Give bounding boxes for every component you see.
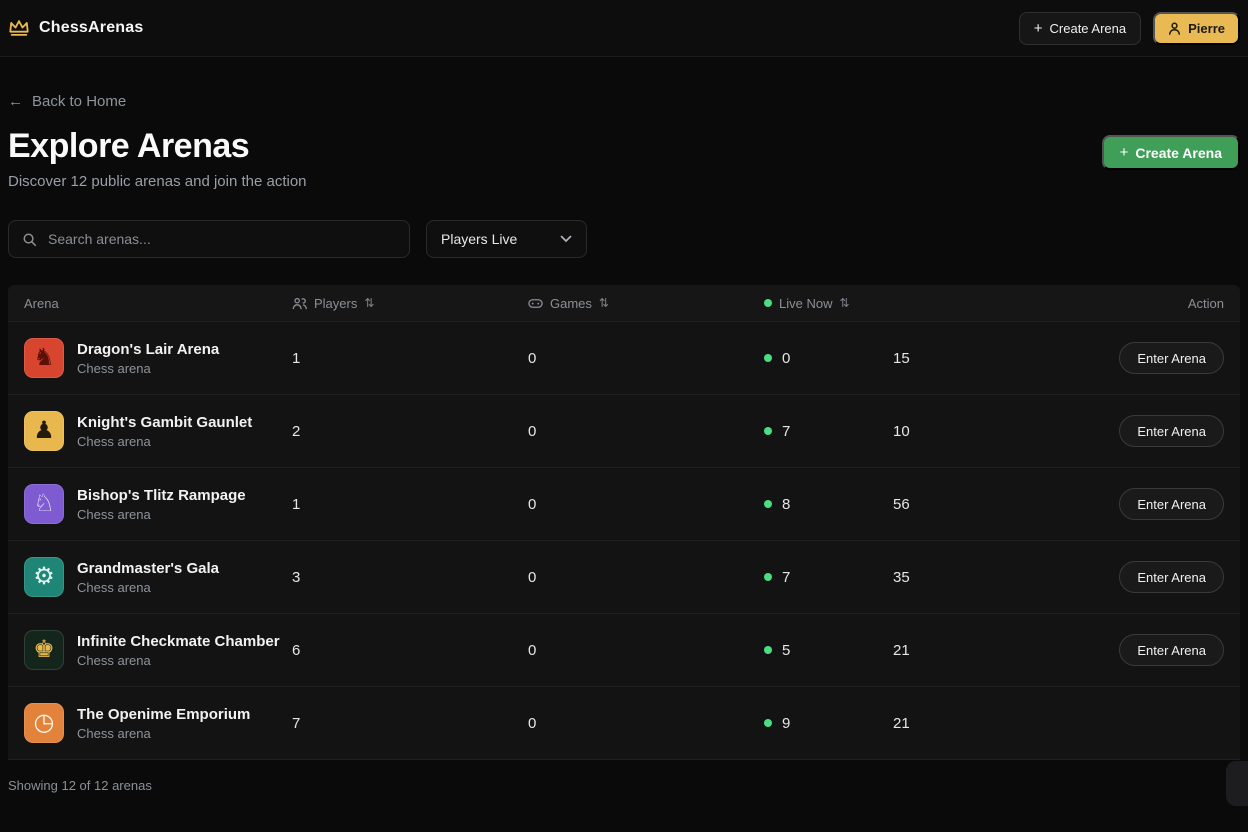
live-dot-icon	[764, 427, 772, 435]
players-count: 6	[292, 641, 301, 659]
arena-rating: 15	[893, 349, 910, 367]
column-header-games[interactable]: Games ⇅	[528, 296, 764, 311]
players-count: 7	[292, 714, 301, 732]
filter-value: Players Live	[441, 231, 518, 247]
arena-rating: 35	[893, 568, 910, 586]
arena-subtitle: Chess arena	[77, 725, 151, 741]
column-header-players[interactable]: Players ⇅	[292, 296, 528, 311]
corner-widget[interactable]	[1226, 761, 1248, 806]
arena-icon-clock: ◷	[24, 703, 64, 743]
filter-dropdown[interactable]: Players Live	[426, 220, 587, 258]
players-count: 1	[292, 495, 301, 513]
search-icon	[22, 232, 37, 247]
arena-name: Knight's Gambit Gaunlet	[77, 413, 253, 431]
enter-arena-button[interactable]: Enter Arena	[1119, 561, 1224, 593]
column-header-arena: Arena	[24, 295, 59, 311]
arena-table: Arena Players ⇅ Games ⇅ Live Now ⇅ Actio…	[8, 285, 1240, 793]
live-count: 0	[764, 350, 893, 367]
arena-subtitle: Chess arena	[77, 360, 151, 376]
enter-arena-button[interactable]: Enter Arena	[1119, 415, 1224, 447]
create-arena-button-top[interactable]: + Create Arena	[1018, 11, 1142, 45]
live-dot-icon	[764, 299, 772, 307]
table-footer-text: Showing 12 of 12 arenas	[8, 759, 1240, 793]
games-icon	[528, 298, 543, 309]
games-count: 0	[528, 349, 537, 367]
user-name: Pierre	[1188, 20, 1225, 36]
arena-name: Infinite Checkmate Chamber	[77, 632, 280, 650]
live-count: 7	[764, 569, 893, 586]
page-subtitle: Discover 12 public arenas and join the a…	[8, 173, 307, 190]
user-icon	[1168, 22, 1181, 35]
table-header-row: Arena Players ⇅ Games ⇅ Live Now ⇅ Actio…	[8, 285, 1240, 321]
user-button[interactable]: Pierre	[1153, 11, 1240, 45]
brand[interactable]: ChessArenas	[8, 19, 143, 37]
games-count: 0	[528, 422, 537, 440]
back-link-label: Back to Home	[32, 93, 127, 110]
brand-name: ChessArenas	[39, 19, 144, 36]
search-box	[8, 220, 410, 258]
live-count: 7	[764, 423, 893, 440]
column-header-live[interactable]: Live Now ⇅	[764, 296, 893, 311]
arena-icon-gear: ⚙	[24, 557, 64, 597]
arena-subtitle: Chess arena	[77, 579, 151, 595]
arena-subtitle: Chess arena	[77, 433, 151, 449]
enter-arena-button[interactable]: Enter Arena	[1119, 342, 1224, 374]
arena-name: The Openime Emporium	[77, 705, 251, 723]
table-row: ♞ Dragon's Lair Arena Chess arena 1 0 0 …	[8, 321, 1240, 394]
games-count: 0	[528, 714, 537, 732]
live-dot-icon	[764, 500, 772, 508]
create-arena-button-main[interactable]: + Create Arena	[1101, 135, 1240, 170]
games-count: 0	[528, 495, 537, 513]
arena-subtitle: Chess arena	[77, 506, 151, 522]
arena-rating: 21	[893, 714, 910, 732]
arena-rating: 21	[893, 641, 910, 659]
arena-name: Dragon's Lair Arena	[77, 340, 220, 358]
arena-icon-dragon: ♞	[24, 338, 64, 378]
search-input[interactable]	[46, 230, 396, 248]
games-count: 0	[528, 568, 537, 586]
players-count: 3	[292, 568, 301, 586]
arena-name: Grandmaster's Gala	[77, 559, 219, 577]
enter-arena-button[interactable]: Enter Arena	[1119, 488, 1224, 520]
live-dot-icon	[764, 354, 772, 362]
table-row: ♟ Knight's Gambit Gaunlet Chess arena 2 …	[8, 394, 1240, 467]
crown-icon	[8, 19, 30, 37]
players-count: 1	[292, 349, 301, 367]
arena-rating: 10	[893, 422, 910, 440]
arena-subtitle: Chess arena	[77, 652, 151, 668]
table-row: ♘ Bishop's Tlitz Rampage Chess arena 1 0…	[8, 467, 1240, 540]
live-count: 8	[764, 496, 893, 513]
sort-icon: ⇅	[839, 296, 850, 310]
table-row: ⚙ Grandmaster's Gala Chess arena 3 0 7 3…	[8, 540, 1240, 613]
page-title: Explore Arenas	[8, 127, 250, 165]
back-to-home-link[interactable]: ← Back to Home	[8, 93, 126, 110]
create-arena-label: Create Arena	[1135, 144, 1222, 161]
players-icon	[292, 297, 307, 310]
chevron-down-icon	[560, 235, 572, 243]
column-header-action: Action	[1187, 295, 1224, 311]
live-dot-icon	[764, 719, 772, 727]
live-count: 5	[764, 642, 893, 659]
top-bar: ChessArenas + Create Arena Pierre	[0, 0, 1248, 57]
enter-arena-button[interactable]: Enter Arena	[1119, 634, 1224, 666]
players-count: 2	[292, 422, 301, 440]
arena-rating: 56	[893, 495, 910, 513]
arena-icon-king: ♚	[24, 630, 64, 670]
arena-icon-pawn: ♟	[24, 411, 64, 451]
arena-name: Bishop's Tlitz Rampage	[77, 486, 246, 504]
plus-icon: +	[1033, 19, 1043, 37]
create-arena-label: Create Arena	[1049, 20, 1127, 36]
sort-icon: ⇅	[598, 296, 609, 310]
live-dot-icon	[764, 646, 772, 654]
back-arrow-icon: ←	[8, 93, 23, 110]
arena-icon-knight: ♘	[24, 484, 64, 524]
plus-icon: +	[1119, 144, 1129, 161]
live-count: 9	[764, 715, 893, 732]
sort-icon: ⇅	[364, 296, 375, 310]
games-count: 0	[528, 641, 537, 659]
live-dot-icon	[764, 573, 772, 581]
table-row: ◷ The Openime Emporium Chess arena 7 0 9…	[8, 686, 1240, 759]
table-row: ♚ Infinite Checkmate Chamber Chess arena…	[8, 613, 1240, 686]
